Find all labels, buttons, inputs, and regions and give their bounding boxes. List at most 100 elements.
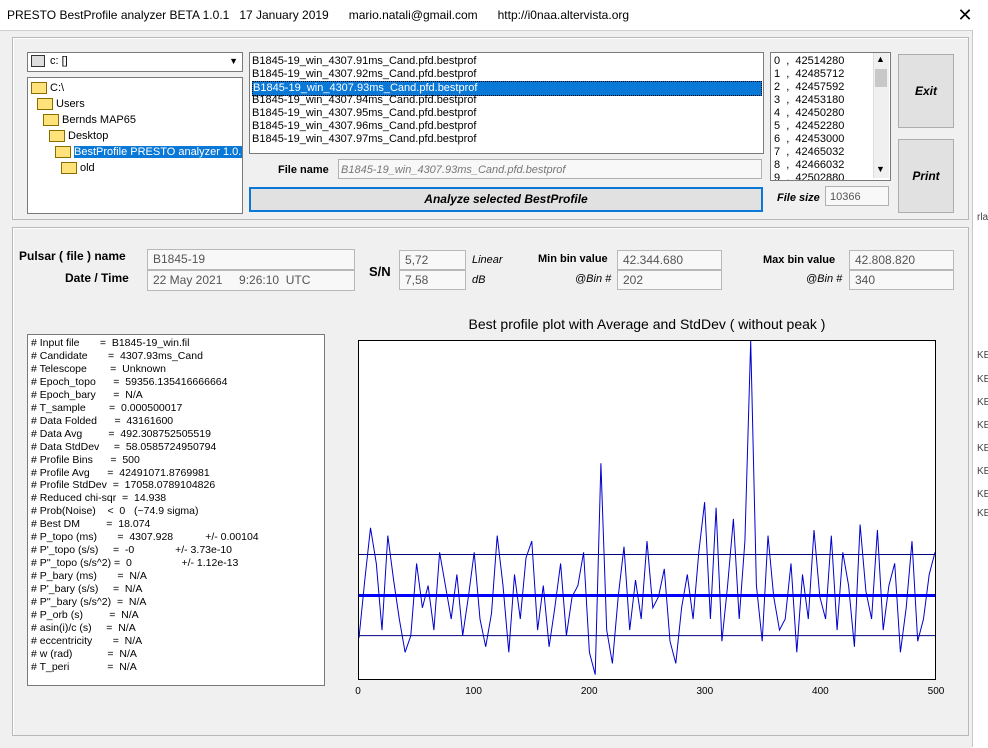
x-tick-label: 300 <box>696 686 714 697</box>
folder-icon <box>61 162 77 175</box>
file-list-item[interactable]: B1845-19_win_4307.95ms_Cand.pfd.bestprof <box>252 107 476 120</box>
value-list-item[interactable]: 5 , 42452280 <box>774 120 844 133</box>
tree-item[interactable]: C:\ <box>31 80 64 96</box>
file-list-item[interactable]: B1845-19_win_4307.96ms_Cand.pfd.bestprof <box>252 120 476 133</box>
value-list-item[interactable]: 8 , 42466032 <box>774 159 844 172</box>
profile-series-line <box>359 341 935 675</box>
tree-item-label: C:\ <box>50 82 65 94</box>
db-label: dB <box>472 274 486 286</box>
info-line: # Candidate = 4307.93ms_Cand <box>31 349 203 362</box>
info-line: # P'_bary (s/s) = N/A <box>31 583 143 596</box>
info-line: # Profile Bins = 500 <box>31 453 140 466</box>
scroll-up-icon[interactable]: ▲ <box>876 54 885 64</box>
background-window-text: KE <box>977 350 988 361</box>
max-bin-label: Max bin value <box>763 254 836 266</box>
directory-tree[interactable]: C:\ Users Bernds MAP65 Desktop BestProfile P… <box>27 77 243 214</box>
tree-item[interactable]: Users <box>37 96 85 112</box>
bestprof-info-list[interactable]: # Input file = B1845-19_win.fil # Candida… <box>27 334 325 686</box>
max-bin-number: 340 <box>849 270 954 290</box>
info-line: # Reduced chi-sqr = 14.938 <box>31 492 167 505</box>
file-list-item[interactable]: B1845-19_win_4307.92ms_Cand.pfd.bestprof <box>252 68 476 81</box>
value-list-item[interactable]: 9 , 42502880 <box>774 172 844 180</box>
info-line: # P''_topo (s/s^2) = 0 +/- 1.12e-13 <box>31 557 239 570</box>
value-list-item[interactable]: 6 , 42453000 <box>774 133 844 146</box>
tree-item[interactable]: Desktop <box>49 128 108 144</box>
x-tick-label: 400 <box>812 686 829 697</box>
file-list-item[interactable]: B1845-19_win_4307.97ms_Cand.pfd.bestprof <box>252 133 476 146</box>
max-bin-value: 42.808.820 <box>849 250 954 270</box>
profile-plot <box>359 341 935 675</box>
tree-item-label: Users <box>56 98 85 110</box>
date-time-field: 22 May 2021 9:26:10 UTC <box>147 270 355 291</box>
value-list-item[interactable]: 0 , 42514280 <box>774 55 844 68</box>
tree-item[interactable]: BestProfile PRESTO analyzer 1.0.1.e <box>55 144 242 160</box>
file-list[interactable]: B1845-19_win_4307.91ms_Cand.pfd.bestprof… <box>249 52 764 154</box>
info-line: # Data StdDev = 58.0585724950794 <box>31 440 217 453</box>
scroll-down-icon[interactable]: ▼ <box>876 164 885 174</box>
info-line: # P_topo (ms) = 4307.928 +/- 0.00104 <box>31 531 259 544</box>
min-bin-at-label: @Bin # <box>575 273 612 285</box>
folder-icon <box>37 98 53 111</box>
info-line: # eccentricity = N/A <box>31 634 143 647</box>
sn-label: S/N <box>369 264 391 279</box>
value-list-item[interactable]: 2 , 42457592 <box>774 81 844 94</box>
x-tick-label: 200 <box>580 686 598 697</box>
drive-value: c: [] <box>50 55 68 67</box>
x-tick-label: 500 <box>927 686 945 697</box>
exit-button[interactable]: Exit <box>898 54 954 128</box>
max-bin-at-label: @Bin # <box>806 273 843 285</box>
close-icon[interactable]: ✕ <box>952 4 978 26</box>
x-tick-label: 100 <box>465 686 482 697</box>
tree-item[interactable]: old <box>61 160 95 176</box>
print-button[interactable]: Print <box>898 139 954 213</box>
info-line: # Telescope = Unknown <box>31 362 166 375</box>
analyze-button[interactable]: Analyze selected BestProfile <box>249 187 763 212</box>
info-line: # Profile Avg = 42491071.8769981 <box>31 466 210 479</box>
folder-icon <box>31 82 47 95</box>
drive-icon <box>31 55 45 67</box>
scroll-thumb[interactable] <box>875 69 887 87</box>
pulsar-name-label: Pulsar ( file ) name <box>19 249 126 263</box>
background-window-strip <box>972 30 988 747</box>
title-bar: PRESTO BestProfile analyzer BETA 1.0.1 1… <box>0 0 988 30</box>
min-bin-number: 202 <box>617 270 722 290</box>
file-size-label: File size <box>777 192 820 204</box>
folder-icon <box>55 146 71 159</box>
info-line: # Data Folded = 43161600 <box>31 414 174 427</box>
min-bin-value: 42.344.680 <box>617 250 722 270</box>
value-list-item[interactable]: 1 , 42485712 <box>774 68 844 81</box>
x-tick-label: 0 <box>355 686 361 697</box>
info-line: # T_sample = 0.000500017 <box>31 401 183 414</box>
tree-item[interactable]: Bernds MAP65 <box>43 112 136 128</box>
plot-area <box>358 340 936 680</box>
value-list-item[interactable]: 7 , 42465032 <box>774 146 844 159</box>
info-line: # asin(i)/c (s) = N/A <box>31 621 136 634</box>
drive-select[interactable]: c: [] ▼ <box>27 52 243 72</box>
chart-title: Best profile plot with Average and StdDe… <box>468 316 826 332</box>
value-list-item[interactable]: 3 , 42453180 <box>774 94 844 107</box>
background-window-text: KE <box>977 466 988 477</box>
info-line: # Data Avg = 492.308752505519 <box>31 427 211 440</box>
info-line: # Best DM = 18.074 <box>31 518 151 531</box>
linear-label: Linear <box>472 254 503 266</box>
file-list-item[interactable]: B1845-19_win_4307.91ms_Cand.pfd.bestprof <box>252 55 476 68</box>
file-list-item[interactable]: B1845-19_win_4307.94ms_Cand.pfd.bestprof <box>252 94 476 107</box>
info-line: # P''_bary (s/s^2) = N/A <box>31 596 147 608</box>
file-name-field[interactable]: B1845-19_win_4307.93ms_Cand.pfd.bestprof <box>338 159 762 179</box>
background-window-text: KE <box>977 508 988 519</box>
min-bin-label: Min bin value <box>538 253 608 265</box>
tree-item-label: old <box>80 162 95 174</box>
info-line: # P_orb (s) = N/A <box>31 608 139 621</box>
value-list-item[interactable]: 4 , 42450280 <box>774 107 844 120</box>
date-time-label: Date / Time <box>65 271 129 285</box>
sn-db-field: 7,58 <box>399 270 466 290</box>
background-window-text: KE <box>977 397 988 408</box>
background-window-text: KE <box>977 374 988 385</box>
background-window-text: rla <box>977 212 988 223</box>
info-line: # Input file = B1845-19_win.fil <box>31 337 190 349</box>
tree-item-label: Desktop <box>68 130 109 142</box>
info-line: # Epoch_bary = N/A <box>31 388 143 401</box>
chevron-down-icon[interactable]: ▼ <box>229 56 238 66</box>
info-line: # P'_topo (s/s) = -0 +/- 3.73e-10 <box>31 544 233 557</box>
values-scrollbar[interactable]: ▲ ▼ <box>873 53 889 178</box>
